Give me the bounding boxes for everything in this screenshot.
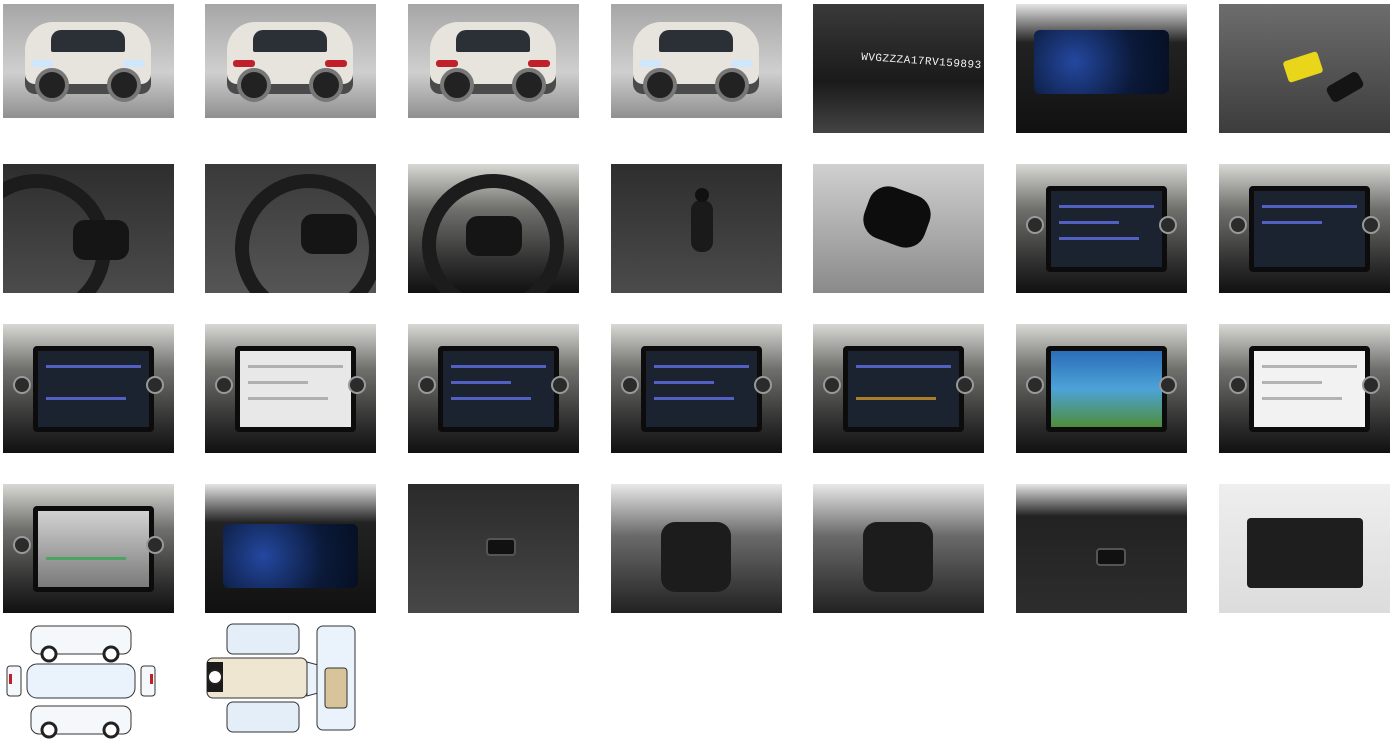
volume-knob-icon	[418, 376, 436, 394]
photo-gear-shifter[interactable]	[611, 164, 782, 293]
seat-icon	[661, 522, 731, 592]
volume-knob-icon	[1026, 216, 1044, 234]
vin-text: WVGZZZA17RV159893	[860, 51, 982, 73]
tuning-knob-icon	[1159, 216, 1177, 234]
volume-knob-icon	[1026, 376, 1044, 394]
tuning-knob-icon	[1362, 216, 1380, 234]
tuning-knob-icon	[146, 536, 164, 554]
photo-rearview-mirror[interactable]	[813, 164, 984, 293]
photo-digital-cockpit[interactable]	[205, 484, 376, 613]
photo-key-and-tag[interactable]	[1219, 4, 1390, 133]
photo-steering-wheel-left-buttons[interactable]	[3, 164, 174, 293]
camera-view-icon	[33, 506, 154, 592]
screen-icon	[641, 346, 762, 432]
button-cluster-icon	[301, 214, 357, 254]
dashboard-icon	[1034, 30, 1169, 94]
photo-exterior-front-right[interactable]	[611, 4, 782, 118]
tuning-knob-icon	[1362, 376, 1380, 394]
trunk-icon	[1247, 518, 1363, 588]
screen-icon	[235, 346, 356, 432]
window-switch-icon	[486, 538, 516, 556]
exterior-damage-diagram[interactable]	[3, 618, 174, 741]
photo-infotainment-menu-2[interactable]	[611, 324, 782, 453]
tuning-knob-icon	[146, 376, 164, 394]
photo-infotainment-service[interactable]	[205, 324, 376, 453]
photo-front-seats[interactable]	[611, 484, 782, 613]
photo-infotainment-driver-assist[interactable]	[1016, 324, 1187, 453]
tuning-knob-icon	[1159, 376, 1177, 394]
photo-gallery: WVGZZZA17RV159893	[0, 0, 1399, 742]
car-icon	[227, 22, 353, 102]
dashboard-icon	[223, 524, 358, 588]
photo-steering-wheel-dashboard[interactable]	[408, 164, 579, 293]
photo-vin-plate[interactable]: WVGZZZA17RV159893	[813, 4, 984, 133]
photo-trunk-open[interactable]	[1219, 484, 1390, 613]
photo-infotainment-inspection[interactable]	[3, 324, 174, 453]
volume-knob-icon	[1229, 216, 1247, 234]
volume-knob-icon	[215, 376, 233, 394]
photo-exterior-rear-right[interactable]	[408, 4, 579, 118]
tuning-knob-icon	[551, 376, 569, 394]
tuning-knob-icon	[956, 376, 974, 394]
key-icon	[1324, 70, 1366, 104]
volume-knob-icon	[1229, 376, 1247, 394]
button-cluster-icon	[73, 220, 129, 260]
volume-knob-icon	[13, 536, 31, 554]
car-icon	[633, 22, 759, 102]
screen-icon	[843, 346, 964, 432]
volume-knob-icon	[621, 376, 639, 394]
tag-icon	[1282, 50, 1324, 84]
screen-icon	[438, 346, 559, 432]
interior-damage-diagram[interactable]	[205, 618, 376, 741]
gear-shifter-icon	[691, 188, 713, 252]
car-icon	[430, 22, 556, 102]
screen-icon	[1249, 186, 1370, 272]
photo-exterior-rear-left[interactable]	[205, 4, 376, 118]
car-outline-icon	[6, 625, 156, 739]
photo-exterior-front-left[interactable]	[3, 4, 174, 118]
screen-icon	[1046, 186, 1167, 272]
vw-logo-icon	[466, 216, 522, 256]
photo-instrument-cluster[interactable]	[1016, 4, 1187, 133]
photo-trunk-lid[interactable]	[1016, 484, 1187, 613]
photo-infotainment-radio[interactable]	[1016, 164, 1187, 293]
screen-icon	[1046, 346, 1167, 432]
photo-infotainment-service-info[interactable]	[1219, 164, 1390, 293]
photo-door-switch[interactable]	[408, 484, 579, 613]
screen-icon	[1249, 346, 1370, 432]
tuning-knob-icon	[348, 376, 366, 394]
car-icon	[25, 22, 151, 102]
seat-icon	[863, 522, 933, 592]
trunk-handle-icon	[1096, 548, 1126, 566]
photo-infotainment-assist-list[interactable]	[1219, 324, 1390, 453]
volume-knob-icon	[13, 376, 31, 394]
mirror-icon	[857, 180, 937, 254]
volume-knob-icon	[823, 376, 841, 394]
screen-icon	[33, 346, 154, 432]
photo-steering-wheel-right-buttons[interactable]	[205, 164, 376, 293]
interior-outline-icon	[206, 623, 356, 733]
photo-rear-camera[interactable]	[3, 484, 174, 613]
photo-infotainment-menu[interactable]	[408, 324, 579, 453]
photo-infotainment-vehicle-settings[interactable]	[813, 324, 984, 453]
photo-rear-seats[interactable]	[813, 484, 984, 613]
tuning-knob-icon	[754, 376, 772, 394]
